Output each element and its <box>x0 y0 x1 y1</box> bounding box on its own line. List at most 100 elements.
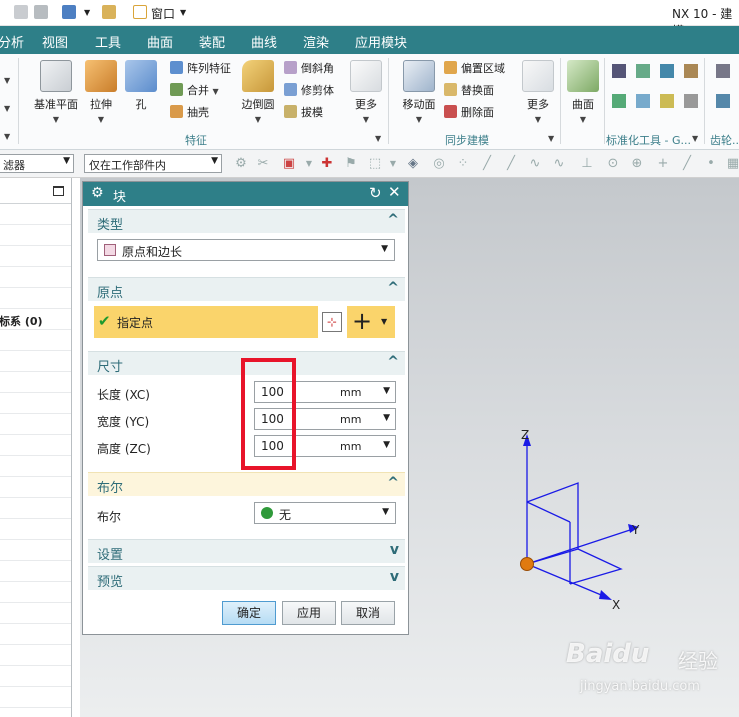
list-item[interactable] <box>0 541 71 561</box>
window-icon[interactable] <box>133 5 147 19</box>
gear-tool-icon[interactable] <box>716 64 730 78</box>
scope-select[interactable]: 仅在工作部件内 ▼ <box>84 154 222 173</box>
tab-view[interactable]: 视图 <box>42 32 68 51</box>
chevron-down-icon[interactable]: ▼ <box>383 440 390 450</box>
grid-icon[interactable]: ▦ <box>726 157 739 171</box>
snap-icon[interactable]: ⁘ <box>456 157 470 171</box>
curve-icon[interactable]: ∿ <box>528 157 542 171</box>
datum-plane-button[interactable]: 基准平面 ▼ <box>28 60 84 125</box>
plus-icon[interactable]: + <box>656 157 670 171</box>
list-item[interactable] <box>0 583 71 603</box>
shell-button[interactable]: 抽壳 <box>170 104 209 120</box>
chevron-down-icon[interactable]: ▼ <box>383 413 390 423</box>
chevron-down-icon[interactable]: v <box>390 569 399 585</box>
tool-icon[interactable] <box>636 64 650 78</box>
chamfer-button[interactable]: 倒斜角 <box>284 60 334 76</box>
chevron-up-icon[interactable]: ^ <box>387 354 399 370</box>
chevron-down-icon[interactable]: ▼ <box>84 8 90 17</box>
tool-icon[interactable] <box>660 64 674 78</box>
move-face-button[interactable]: 移动面 ▼ <box>398 60 440 125</box>
chevron-down-icon[interactable]: ▼ <box>180 8 186 17</box>
more-sync-button[interactable]: 更多 ▼ <box>520 60 556 125</box>
close-icon[interactable]: ✕ <box>388 183 401 201</box>
list-item[interactable] <box>0 373 71 393</box>
more-feature-button[interactable]: 更多 ▼ <box>348 60 384 125</box>
cut-icon[interactable] <box>14 5 28 19</box>
cube-icon[interactable]: ◈ <box>406 157 420 171</box>
tab-render[interactable]: 渲染 <box>303 32 329 51</box>
dialog-title-bar[interactable]: ⚙ 块 ↻ ✕ <box>83 182 408 206</box>
list-item[interactable] <box>0 667 71 687</box>
tab-analysis[interactable]: 分析 <box>0 32 24 51</box>
point-dialog-icon[interactable]: ⊹ <box>322 312 342 332</box>
section-origin-header[interactable]: 原点 ^ <box>88 277 405 301</box>
tool-icon[interactable] <box>684 64 698 78</box>
list-item[interactable] <box>0 331 71 351</box>
select-icon[interactable]: ✂ <box>256 157 270 171</box>
list-item[interactable] <box>0 289 71 309</box>
list-item[interactable] <box>0 625 71 645</box>
list-item[interactable] <box>0 604 71 624</box>
draft-button[interactable]: 拔模 <box>284 104 323 120</box>
tab-curve[interactable]: 曲线 <box>251 32 277 51</box>
list-item[interactable] <box>0 436 71 456</box>
select-icon[interactable]: ⚑ <box>344 157 358 171</box>
replace-face-button[interactable]: 替换面 <box>444 82 494 98</box>
part-icon[interactable] <box>62 5 76 19</box>
reset-icon[interactable]: ↻ <box>369 184 382 202</box>
tool-icon[interactable] <box>660 94 674 108</box>
list-item[interactable] <box>0 268 71 288</box>
unite-button[interactable]: 合并 ▼ <box>170 82 219 98</box>
tool-icon[interactable] <box>636 94 650 108</box>
list-item[interactable] <box>0 520 71 540</box>
type-select[interactable]: 原点和边长 ▼ <box>97 239 395 261</box>
rectangle-select-icon[interactable]: ⬚ <box>368 157 382 171</box>
chevron-down-icon[interactable]: ▼ <box>692 134 698 143</box>
tool-icon[interactable] <box>684 94 698 108</box>
delete-face-button[interactable]: 删除面 <box>444 104 494 120</box>
section-preview-header[interactable]: 预览 v <box>88 566 405 590</box>
ok-button[interactable]: 确定 <box>222 601 276 625</box>
chevron-down-icon[interactable]: v <box>390 542 399 558</box>
list-item[interactable] <box>0 688 71 708</box>
pattern-feature-button[interactable]: 阵列特征 <box>170 60 231 76</box>
list-item[interactable] <box>0 415 71 435</box>
chevron-down-icon[interactable]: ▼ <box>548 134 554 143</box>
list-item[interactable] <box>0 646 71 666</box>
curve-icon[interactable]: ∿ <box>552 157 566 171</box>
apply-button[interactable]: 应用 <box>282 601 336 625</box>
line-icon[interactable]: ╱ <box>504 157 518 171</box>
chevron-down-icon[interactable]: ▼ <box>302 157 316 171</box>
point-type-dropdown[interactable]: + ▼ <box>347 306 395 338</box>
offset-region-button[interactable]: 偏置区域 <box>444 60 505 76</box>
chevron-down-icon[interactable]: ▼ <box>383 386 390 396</box>
cancel-button[interactable]: 取消 <box>341 601 395 625</box>
snap-icon[interactable]: ⊥ <box>580 157 594 171</box>
specify-point-row[interactable]: ✔ 指定点 <box>94 306 318 338</box>
copy-icon[interactable] <box>34 5 48 19</box>
section-boolean-header[interactable]: 布尔 ^ <box>88 472 405 496</box>
circle-icon[interactable]: ⊕ <box>630 157 644 171</box>
trim-body-button[interactable]: 修剪体 <box>284 82 334 98</box>
list-item[interactable] <box>0 352 71 372</box>
chevron-down-icon[interactable]: ▼ <box>4 76 10 85</box>
snap-icon[interactable]: ▣ <box>282 157 296 171</box>
tab-surface[interactable]: 曲面 <box>147 32 173 51</box>
list-item[interactable] <box>0 205 71 225</box>
chevron-down-icon[interactable]: ▼ <box>375 134 381 143</box>
list-item[interactable] <box>0 247 71 267</box>
line-icon[interactable]: ╱ <box>480 157 494 171</box>
tool-icon[interactable] <box>612 64 626 78</box>
chevron-down-icon[interactable]: ▼ <box>4 104 10 113</box>
list-item[interactable] <box>0 562 71 582</box>
list-item[interactable]: 标系 (0) <box>0 310 71 330</box>
extrude-button[interactable]: 拉伸 ▼ <box>83 60 119 125</box>
section-settings-header[interactable]: 设置 v <box>88 539 405 563</box>
surface-button[interactable]: 曲面 ▼ <box>566 60 600 125</box>
window-menu[interactable]: 窗口 <box>151 5 175 22</box>
chevron-up-icon[interactable]: ^ <box>387 212 399 228</box>
list-item[interactable] <box>0 226 71 246</box>
snap-icon[interactable]: • <box>704 157 718 171</box>
tab-application[interactable]: 应用模块 <box>355 32 407 51</box>
gear-icon[interactable]: ⚙ <box>91 185 104 201</box>
